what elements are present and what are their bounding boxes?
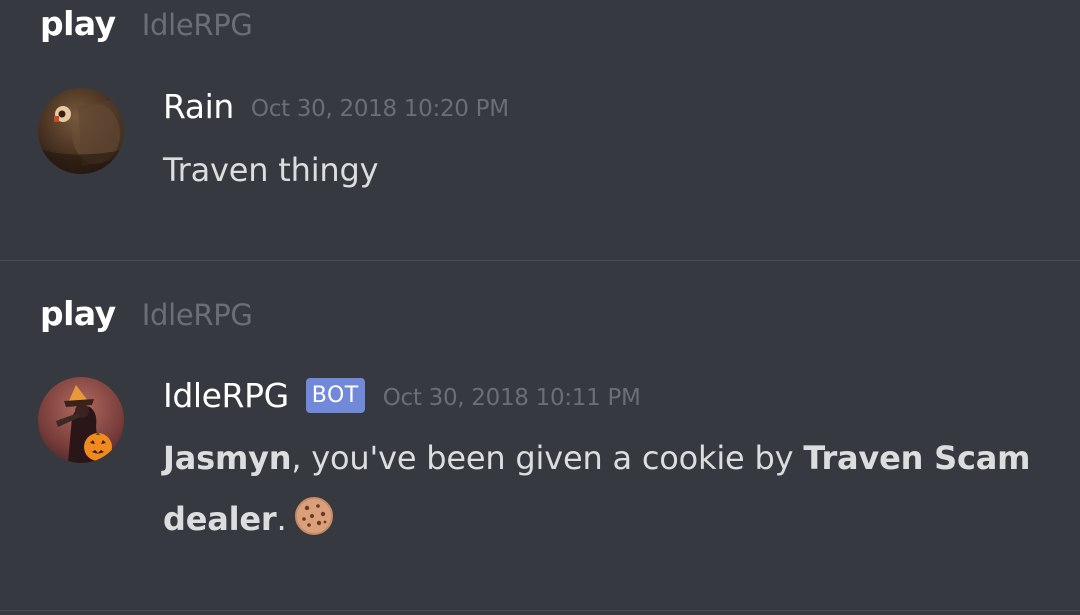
message-divider — [0, 610, 1080, 611]
cookie-icon[interactable] — [294, 495, 334, 556]
guild-name: IdleRPG — [141, 8, 253, 42]
bot-tag: BOT — [305, 377, 365, 413]
channel-context[interactable]: play IdleRPG — [40, 4, 253, 43]
message-text-middle: , you've been given a cookie by — [291, 439, 804, 477]
message-block: play IdleRPG — [0, 261, 1080, 610]
message-block: play IdleRPG — [0, 0, 1080, 260]
message-text: Jasmyn, you've been given a cookie by Tr… — [163, 428, 1053, 556]
rain-avatar-icon[interactable] — [38, 88, 124, 174]
message-timestamp: Oct 30, 2018 10:20 PM — [250, 96, 509, 122]
message-text-end: . — [276, 500, 287, 538]
message-header: IdleRPG BOT Oct 30, 2018 10:11 PM — [163, 372, 641, 418]
mention-giver-cont: dealer — [163, 500, 277, 538]
mention-recipient: Jasmyn — [163, 439, 292, 477]
channel-name[interactable]: play — [40, 4, 116, 43]
channel-name[interactable]: play — [40, 294, 116, 333]
guild-name: IdleRPG — [141, 298, 253, 332]
mention-giver: Traven Scam — [803, 439, 1031, 477]
message-text: Traven thingy — [163, 151, 379, 189]
author-name[interactable]: IdleRPG — [163, 376, 289, 415]
chat-page: play IdleRPG Rain Oct 30, 2018 10:20 PM … — [0, 0, 1080, 615]
channel-context[interactable]: play IdleRPG — [40, 294, 253, 333]
author-name[interactable]: Rain — [163, 87, 234, 126]
idlerpg-avatar-icon[interactable] — [38, 377, 124, 463]
message-header: Rain Oct 30, 2018 10:20 PM — [163, 83, 509, 129]
message-timestamp: Oct 30, 2018 10:11 PM — [382, 385, 641, 411]
